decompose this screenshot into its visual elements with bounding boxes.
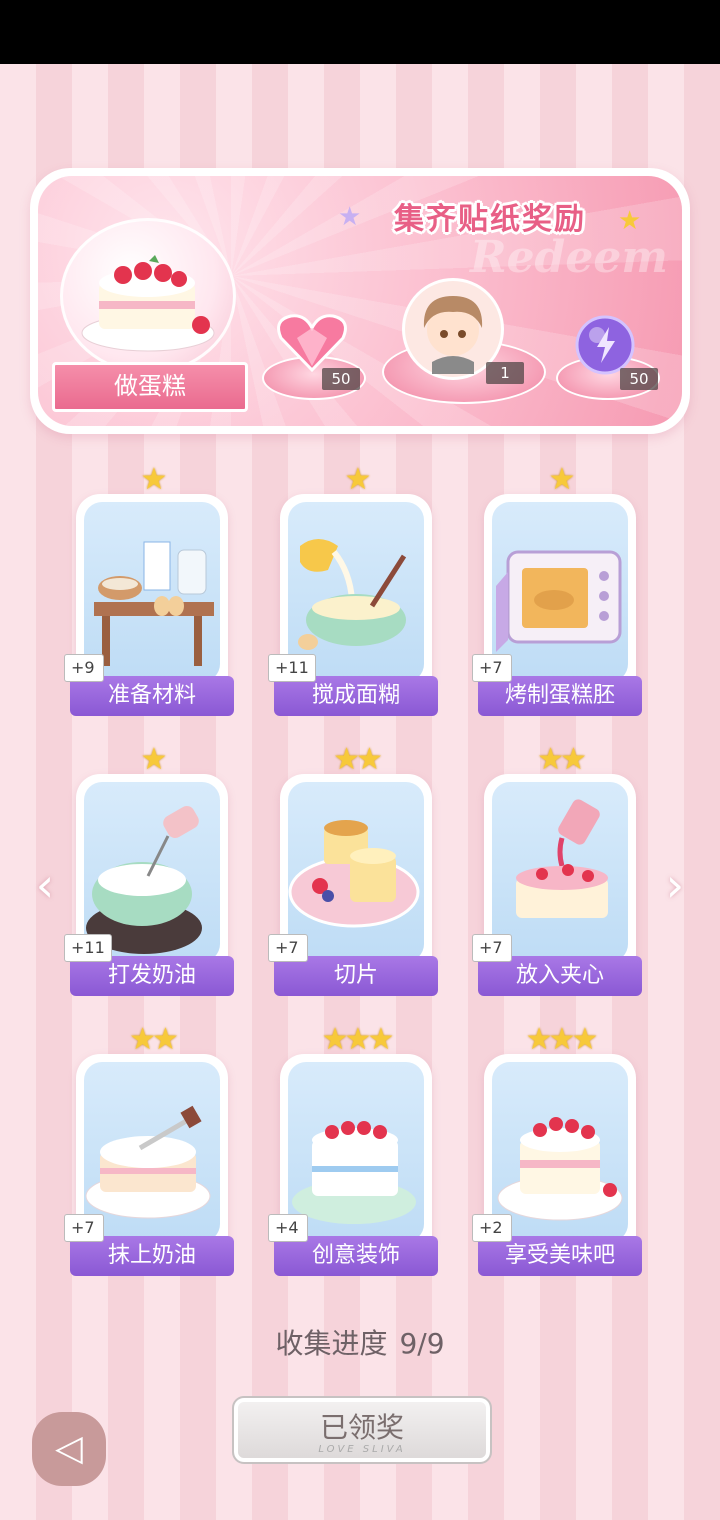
decorated-cake-illustration bbox=[288, 1062, 424, 1242]
bonus-badge: +11 bbox=[64, 934, 112, 962]
collection-progress: 收集进度 9/9 bbox=[0, 1322, 720, 1362]
step-label: 享受美味吧 bbox=[478, 1236, 642, 1276]
back-button[interactable]: ◁ bbox=[32, 1412, 106, 1486]
bonus-badge: +7 bbox=[472, 934, 512, 962]
step-card-mix-batter[interactable]: ★ 搅成面糊 +11 bbox=[268, 462, 438, 718]
claimed-button[interactable]: 已领奖 LOVE SLIVA bbox=[232, 1396, 492, 1464]
star-rating: ★★★ bbox=[525, 1022, 599, 1057]
star-rating: ★★ bbox=[333, 742, 383, 777]
step-card-bake-sponge[interactable]: ★ 烤制蛋糕胚 +7 bbox=[472, 462, 642, 718]
star-rating: ★★ bbox=[129, 1022, 179, 1057]
step-label: 准备材料 bbox=[70, 676, 234, 716]
next-page-arrow[interactable]: › bbox=[660, 862, 690, 908]
step-label: 创意装饰 bbox=[274, 1236, 438, 1276]
bonus-badge: +4 bbox=[268, 1214, 308, 1242]
step-card-decorate[interactable]: ★★★ 创意装饰 +4 bbox=[268, 1022, 438, 1278]
star-rating: ★★★ bbox=[321, 1022, 395, 1057]
gold-star-icon: ★ bbox=[618, 206, 642, 236]
star-rating: ★ bbox=[548, 462, 576, 497]
step-label: 打发奶油 bbox=[70, 956, 234, 996]
star-rating: ★★ bbox=[537, 742, 587, 777]
finished-cake-illustration bbox=[492, 1062, 628, 1242]
claimed-button-subtitle: LOVE SLIVA bbox=[318, 1444, 406, 1455]
star-rating: ★ bbox=[140, 462, 168, 497]
step-label: 抹上奶油 bbox=[70, 1236, 234, 1276]
oven-illustration bbox=[492, 502, 628, 682]
prev-page-arrow[interactable]: ‹ bbox=[30, 862, 60, 908]
step-card-slice[interactable]: ★★ 切片 +7 bbox=[268, 742, 438, 998]
progress-label: 收集进度 bbox=[275, 1327, 388, 1360]
step-label: 搅成面糊 bbox=[274, 676, 438, 716]
back-arrow-icon: ◁ bbox=[55, 1428, 83, 1469]
bonus-badge: +7 bbox=[64, 1214, 104, 1242]
step-label: 切片 bbox=[274, 956, 438, 996]
bonus-badge: +2 bbox=[472, 1214, 512, 1242]
filling-illustration bbox=[492, 782, 628, 962]
bonus-badge: +9 bbox=[64, 654, 104, 682]
claimed-button-label: 已领奖 bbox=[319, 1411, 404, 1444]
bonus-badge: +7 bbox=[268, 934, 308, 962]
frosting-illustration bbox=[84, 1062, 220, 1242]
star-rating: ★ bbox=[140, 742, 168, 777]
bonus-badge: +11 bbox=[268, 654, 316, 682]
ingredients-illustration bbox=[84, 502, 220, 682]
sliced-sponge-illustration bbox=[288, 782, 424, 962]
step-card-add-filling[interactable]: ★★ 放入夹心 +7 bbox=[472, 742, 642, 998]
cake-label: 做蛋糕 bbox=[52, 362, 248, 412]
cake-illustration bbox=[81, 255, 215, 352]
step-card-enjoy[interactable]: ★★★ 享受美味吧 +2 bbox=[472, 1022, 642, 1278]
status-bar bbox=[0, 0, 720, 64]
purple-star-icon: ★ bbox=[338, 202, 362, 232]
progress-value: 9/9 bbox=[399, 1327, 445, 1360]
step-card-whip-cream[interactable]: ★ 打发奶油 +11 bbox=[64, 742, 234, 998]
reward-count: 50 bbox=[620, 368, 658, 390]
reward-count: 1 bbox=[486, 362, 524, 384]
bonus-badge: +7 bbox=[472, 654, 512, 682]
cake-bubble bbox=[60, 218, 236, 374]
step-label: 烤制蛋糕胚 bbox=[478, 676, 642, 716]
pink-heart-gem-icon[interactable] bbox=[272, 310, 352, 376]
step-card-prepare-ingredients[interactable]: ★ 准备材料 +9 bbox=[64, 462, 234, 718]
reward-count: 50 bbox=[322, 368, 360, 390]
star-rating: ★ bbox=[344, 462, 372, 497]
step-card-frost-cream[interactable]: ★★ 抹上奶油 +7 bbox=[64, 1022, 234, 1278]
step-label: 放入夹心 bbox=[478, 956, 642, 996]
banner-title: 集齐贴纸奖励 bbox=[394, 202, 586, 237]
